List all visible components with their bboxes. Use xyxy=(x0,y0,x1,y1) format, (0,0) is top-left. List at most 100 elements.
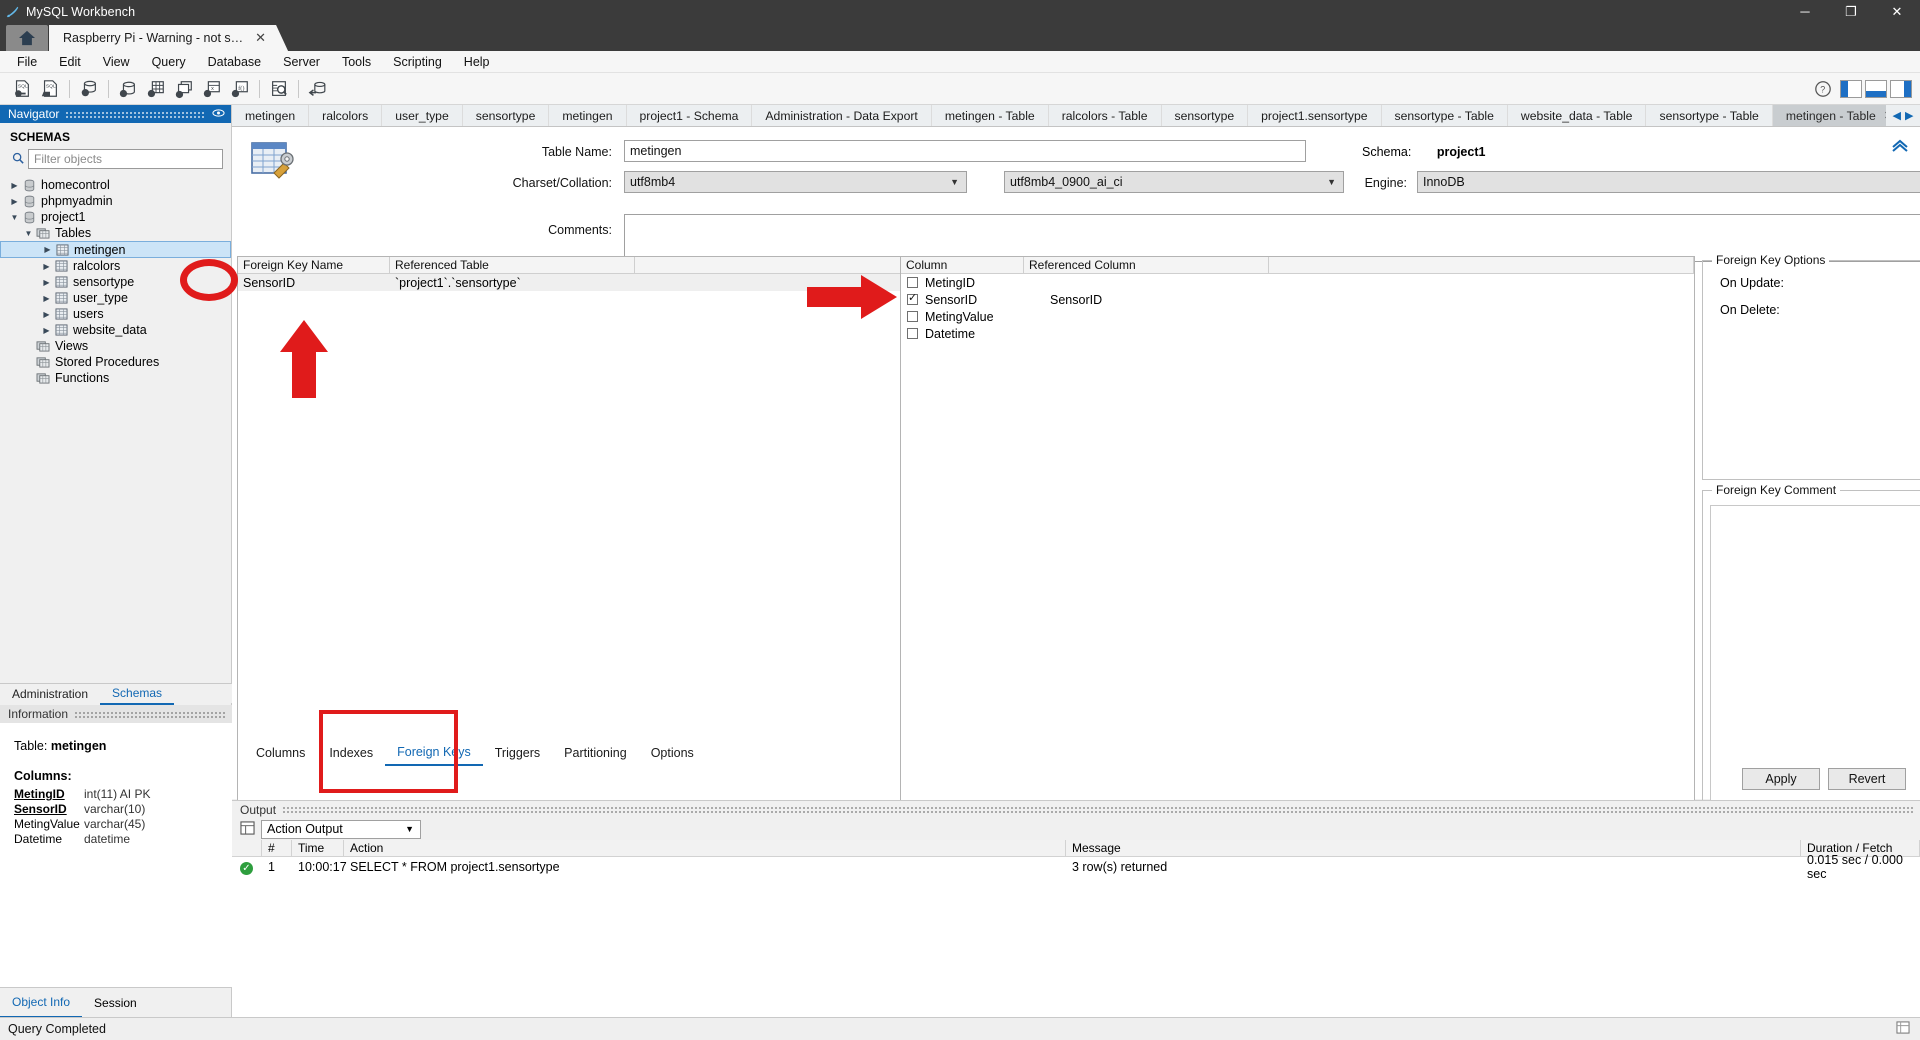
editor-tab[interactable]: ralcolors xyxy=(309,105,383,126)
output-row[interactable]: ✓ 1 10:00:17 SELECT * FROM project1.sensort… xyxy=(232,853,1920,881)
tab-session[interactable]: Session xyxy=(82,989,149,1017)
editor-tab[interactable]: project1.sensortype xyxy=(1248,105,1382,126)
editor-tab[interactable]: metingen xyxy=(232,105,310,126)
open-connection-icon[interactable] xyxy=(75,76,103,102)
editor-section-tab-options[interactable]: Options xyxy=(639,741,706,765)
menu-query[interactable]: Query xyxy=(141,51,197,73)
minimize-button[interactable]: ─ xyxy=(1782,0,1828,23)
fk-column-row[interactable]: MetingValue xyxy=(901,308,1694,325)
menu-tools[interactable]: Tools xyxy=(331,51,382,73)
open-sql-script-icon[interactable]: SQL xyxy=(36,76,64,102)
tree-item-homecontrol[interactable]: ▶ homecontrol xyxy=(0,177,231,193)
fk-column-row[interactable]: SensorID SensorID xyxy=(901,291,1694,308)
fk-column-checkbox[interactable] xyxy=(907,311,918,322)
tree-item-stored-procedures[interactable]: Stored Procedures xyxy=(0,354,231,370)
new-schema-icon[interactable] xyxy=(114,76,142,102)
fk-column-row[interactable]: Datetime xyxy=(901,325,1694,342)
charset-select[interactable]: utf8mb4 ▼ xyxy=(624,171,967,193)
collapse-chevron-icon[interactable] xyxy=(1890,137,1910,158)
filter-objects-input[interactable] xyxy=(28,149,223,169)
tree-item-project1[interactable]: ▼ project1 xyxy=(0,209,231,225)
table-name-input[interactable] xyxy=(624,140,1306,162)
toggle-secondary-sidebar[interactable] xyxy=(1890,80,1912,98)
tree-item-ralcolors[interactable]: ▶ ralcolors xyxy=(0,258,231,274)
chevron-down-icon[interactable]: ▼ xyxy=(8,213,21,222)
editor-tab[interactable]: website_data - Table xyxy=(1508,105,1647,126)
chevron-right-icon[interactable]: ▶ xyxy=(40,294,53,303)
editor-section-tab-triggers[interactable]: Triggers xyxy=(483,741,552,765)
grid-icon[interactable] xyxy=(1896,1021,1910,1037)
navigator-eye-icon[interactable] xyxy=(212,107,225,121)
tree-item-users[interactable]: ▶ users xyxy=(0,306,231,322)
fk-column-checkbox[interactable] xyxy=(907,277,918,288)
fk-column-checkbox[interactable] xyxy=(907,328,918,339)
editor-tab[interactable]: sensortype xyxy=(1162,105,1249,126)
apply-button[interactable]: Apply xyxy=(1742,768,1820,790)
connection-tab[interactable]: Raspberry Pi - Warning - not s… ✕ xyxy=(49,25,288,51)
new-view-icon[interactable] xyxy=(170,76,198,102)
close-button[interactable]: ✕ xyxy=(1874,0,1920,23)
fk-column-checkbox[interactable] xyxy=(907,291,918,305)
collation-select[interactable]: utf8mb4_0900_ai_ci ▼ xyxy=(1004,171,1344,193)
search-data-icon[interactable] xyxy=(265,76,293,102)
help-icon[interactable]: ? xyxy=(1809,76,1837,102)
foreign-key-row[interactable]: SensorID `project1`.`sensortype` xyxy=(238,274,901,291)
output-panel-icon[interactable] xyxy=(240,820,255,838)
reconnect-server-icon[interactable] xyxy=(304,76,332,102)
engine-select[interactable]: InnoDB ▼ xyxy=(1417,171,1920,193)
revert-button[interactable]: Revert xyxy=(1828,768,1906,790)
editor-tab[interactable]: Administration - Data Export xyxy=(752,105,932,126)
menu-database[interactable]: Database xyxy=(197,51,273,73)
maximize-button[interactable]: ❐ xyxy=(1828,0,1874,23)
editor-tab[interactable]: user_type xyxy=(382,105,463,126)
sidebar-tab-schemas[interactable]: Schemas xyxy=(100,683,175,705)
editor-tab-next-icon[interactable]: ▶ xyxy=(1905,109,1913,122)
editor-tab[interactable]: sensortype xyxy=(463,105,550,126)
menu-scripting[interactable]: Scripting xyxy=(382,51,453,73)
chevron-right-icon[interactable]: ▶ xyxy=(40,278,53,287)
home-tab-button[interactable] xyxy=(6,25,48,51)
tree-item-sensortype[interactable]: ▶ sensortype xyxy=(0,274,231,290)
sidebar-tab-administration[interactable]: Administration xyxy=(0,684,100,704)
tree-item-functions[interactable]: Functions xyxy=(0,370,231,386)
chevron-right-icon[interactable]: ▶ xyxy=(40,310,53,319)
new-sql-tab-icon[interactable]: SQL xyxy=(8,76,36,102)
editor-section-tab-columns[interactable]: Columns xyxy=(244,741,317,765)
fk-column-row[interactable]: MetingID xyxy=(901,274,1694,291)
tree-item-tables[interactable]: ▼ Tables xyxy=(0,225,231,241)
editor-tab[interactable]: project1 - Schema xyxy=(627,105,753,126)
editor-section-tab-indexes[interactable]: Indexes xyxy=(317,741,385,765)
editor-section-tab-partitioning[interactable]: Partitioning xyxy=(552,741,639,765)
new-table-icon[interactable] xyxy=(142,76,170,102)
foreign-keys-list[interactable]: Foreign Key Name Referenced Table Sensor… xyxy=(237,256,902,865)
tree-item-user-type[interactable]: ▶ user_type xyxy=(0,290,231,306)
toggle-output[interactable] xyxy=(1865,80,1887,98)
editor-tab[interactable]: metingen xyxy=(549,105,627,126)
connection-tab-close-icon[interactable]: ✕ xyxy=(255,30,266,46)
menu-view[interactable]: View xyxy=(92,51,141,73)
menu-file[interactable]: File xyxy=(6,51,48,73)
new-function-icon[interactable]: f() xyxy=(226,76,254,102)
editor-section-tab-foreign-keys[interactable]: Foreign Keys xyxy=(385,740,483,766)
editor-tab[interactable]: ralcolors - Table xyxy=(1049,105,1162,126)
tab-object-info[interactable]: Object Info xyxy=(0,988,83,1018)
chevron-right-icon[interactable]: ▶ xyxy=(41,245,54,254)
toggle-sidebar[interactable] xyxy=(1840,80,1862,98)
tree-item-views[interactable]: Views xyxy=(0,338,231,354)
new-procedure-icon[interactable]: x xyxy=(198,76,226,102)
chevron-right-icon[interactable]: ▶ xyxy=(8,197,21,206)
tree-item-phpmyadmin[interactable]: ▶ phpmyadmin xyxy=(0,193,231,209)
tree-item-metingen[interactable]: ▶ metingen xyxy=(0,241,231,258)
fk-columns-list[interactable]: Column Referenced Column MetingIDSensorI… xyxy=(900,256,1695,865)
editor-tab[interactable]: sensortype - Table xyxy=(1382,105,1508,126)
editor-tab-prev-icon[interactable]: ◀ xyxy=(1893,109,1901,122)
chevron-right-icon[interactable]: ▶ xyxy=(8,181,21,190)
menu-help[interactable]: Help xyxy=(453,51,501,73)
editor-tab[interactable]: sensortype - Table xyxy=(1646,105,1773,126)
chevron-right-icon[interactable]: ▶ xyxy=(40,262,53,271)
menu-edit[interactable]: Edit xyxy=(48,51,92,73)
chevron-down-icon[interactable]: ▼ xyxy=(22,229,35,238)
output-type-select[interactable]: Action Output ▼ xyxy=(261,819,421,839)
chevron-right-icon[interactable]: ▶ xyxy=(40,326,53,335)
tree-item-website-data[interactable]: ▶ website_data xyxy=(0,322,231,338)
